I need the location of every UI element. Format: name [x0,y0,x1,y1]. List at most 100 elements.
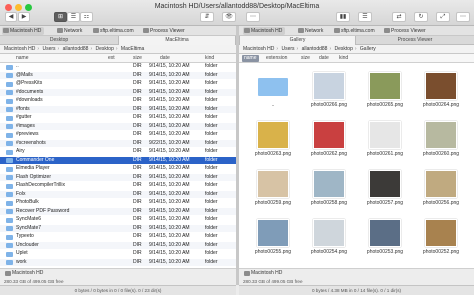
file-row[interactable]: Typeeto DIR 9/14/15, 10:20 AM folder [0,233,236,241]
gallery-item[interactable]: photo00262.png [303,118,355,162]
file-row[interactable]: @Mails DIR 9/14/15, 10:20 AM folder [0,71,236,80]
drive-selector[interactable]: Macintosh HD [4,270,43,277]
file-row[interactable]: #previews DIR 9/14/15, 10:20 AM folder [0,131,236,139]
file-date: 9/14/15, 10:20 AM [149,131,190,137]
gallery-item[interactable]: photo00258.png [303,167,355,211]
column-name[interactable]: name [242,55,259,62]
column-extension[interactable]: extension [266,54,287,63]
path-segment[interactable]: Gallery [360,46,376,52]
brief-view-button[interactable]: ⊞ [54,12,67,22]
path-segment[interactable]: Macintosh HD [243,46,274,52]
sort-button[interactable]: ⇵ [200,12,214,22]
path-separator-icon: › [296,46,299,52]
file-row[interactable]: PhotoBulk DIR 9/14/15, 10:20 AM folder [0,199,236,207]
forward-button[interactable]: ▶ [18,12,30,22]
file-row[interactable]: #fonts DIR 9/14/15, 10:20 AM folder [0,105,236,114]
file-row[interactable]: #images DIR 9/14/15, 10:20 AM folder [0,122,236,131]
favorite-network[interactable]: Network [56,27,82,35]
column-size[interactable]: size [301,54,310,63]
favorite-macintosh-hd[interactable]: Macintosh HD [243,27,286,35]
path-segment[interactable]: Users [281,46,294,52]
file-row[interactable]: FlashDecompilerTrillix DIR 9/14/15, 10:20 … [0,182,236,190]
gallery-item[interactable]: photo00260.png [415,118,467,162]
path-segment[interactable]: allantodd88 [63,46,89,52]
more-button[interactable]: ⋯ [456,12,470,22]
favorite-network[interactable]: Network [297,27,323,35]
dual-pane-button[interactable]: ▮▮ [336,12,350,22]
gallery-item[interactable]: photo00253.png [359,216,411,260]
swap-panels-button[interactable]: ⇄ [392,12,406,22]
file-kind: folder [205,173,218,180]
window-title: Macintosh HD/Users/allantodd88/Desktop/M… [154,3,320,10]
favorite-process-viewer[interactable]: Process Viewer [142,27,185,35]
path-segment[interactable]: MacEltima [121,46,144,52]
file-row[interactable]: Uplet DIR 9/14/15, 10:20 AM folder [0,250,236,258]
file-row[interactable]: #gutter DIR 9/14/15, 10:20 AM folder [0,114,236,122]
file-row[interactable]: Recover PDF Password DIR 9/14/15, 10:20 AM… [0,207,236,216]
favorite-sftp[interactable]: sftp.eltima.com [92,27,134,35]
back-button[interactable]: ◀ [5,12,17,22]
column-date[interactable]: date [319,54,329,63]
tab-maceltima[interactable]: MacEltima [118,36,236,45]
gallery-item[interactable]: photo00266.png [303,69,355,113]
file-row[interactable]: Folx DIR 9/14/15, 10:20 AM folder [0,190,236,199]
refresh-button[interactable]: ↻ [414,12,428,22]
thumbnail-view-button[interactable]: ⚏ [80,12,93,22]
gallery-item[interactable]: photo00255.png [247,216,299,260]
terminal-button[interactable]: ⤢ [436,12,450,22]
gallery-item[interactable]: photo00263.png [247,118,299,162]
gallery-item[interactable]: photo00261.png [359,118,411,162]
gallery-item[interactable]: photo00259.png [247,167,299,211]
file-row[interactable]: Elmedia Player DIR 9/14/15, 10:20 AM folder [0,165,236,173]
path-segment[interactable]: Users [42,46,55,52]
tab-desktop[interactable]: Desktop [0,36,118,45]
file-row[interactable]: .. DIR 9/14/15, 10:20 AM folder [0,63,236,71]
file-row[interactable]: Commander One DIR 9/14/15, 10:20 AM folder [0,156,236,165]
gallery-item[interactable]: photo00265.png [359,69,411,113]
favorite-macintosh-hd[interactable]: Macintosh HD [2,27,45,35]
right-drive-bar: Macintosh HD 280.33 GB of 499.05 GB free [239,268,474,285]
path-segment[interactable]: Macintosh HD [4,46,35,52]
network-icon [298,28,304,33]
file-size: DIR [133,88,142,95]
column-kind[interactable]: kind [339,54,348,63]
file-row[interactable]: @PressKits DIR 9/14/15, 10:20 AM folder [0,80,236,88]
file-name: #images [16,122,35,129]
gallery-item[interactable]: photo00264.png [415,69,467,113]
full-view-button[interactable]: ☰ [67,12,80,22]
gallery-grid: .. photo00266.png photo00265.png photo00264… [239,63,474,268]
gallery-item[interactable]: .. [247,69,299,113]
file-row[interactable]: Flash Optimizer DIR 9/14/15, 10:20 AM folde… [0,173,236,182]
path-segment[interactable]: Desktop [96,46,114,52]
gallery-item[interactable]: photo00254.png [303,216,355,260]
file-row[interactable]: Unclouder DIR 9/14/15, 10:20 AM folder [0,241,236,250]
column-size[interactable]: size [133,54,142,63]
column-ext[interactable]: ext [108,54,115,63]
file-row[interactable]: SyncMate6 DIR 9/14/15, 10:20 AM folder [0,216,236,224]
column-kind[interactable]: kind [205,54,214,63]
folder-icon [6,175,13,180]
file-row[interactable]: #downloads DIR 9/14/15, 10:20 AM folder [0,97,236,105]
drive-selector[interactable]: Macintosh HD [243,270,282,277]
quick-look-button[interactable]: 👁 [222,12,236,22]
tab-gallery[interactable]: Gallery [239,36,356,45]
path-segment[interactable]: Desktop [335,46,353,52]
favorite-process-viewer[interactable]: Process Viewer [383,27,426,35]
file-row[interactable]: SyncMate7 DIR 9/14/15, 10:20 AM folder [0,224,236,233]
file-row[interactable]: #screenshots DIR 9/22/15, 10:20 AM folder [0,139,236,148]
file-row[interactable]: work DIR 9/14/15, 10:20 AM folder [0,258,236,267]
column-date[interactable]: date [160,54,170,63]
queue-button[interactable]: ☰ [358,12,372,22]
file-row[interactable]: #documents DIR 9/14/15, 10:20 AM folder [0,88,236,97]
actions-button[interactable]: ⋯ [246,12,260,22]
file-row[interactable]: Airy DIR 9/14/15, 10:20 AM folder [0,148,236,156]
path-segment[interactable]: allantodd88 [302,46,328,52]
gallery-item[interactable]: photo00252.png [415,216,467,260]
tab-process-viewer[interactable]: Process Viewer [356,36,474,45]
file-name: #downloads [16,97,43,103]
left-favorites-bar: Macintosh HD Network sftp.eltima.com Pro… [0,26,236,36]
favorite-sftp[interactable]: sftp.eltima.com [333,27,375,35]
gallery-item[interactable]: photo00257.png [359,167,411,211]
column-name[interactable]: name [16,54,29,63]
gallery-item[interactable]: photo00256.png [415,167,467,211]
